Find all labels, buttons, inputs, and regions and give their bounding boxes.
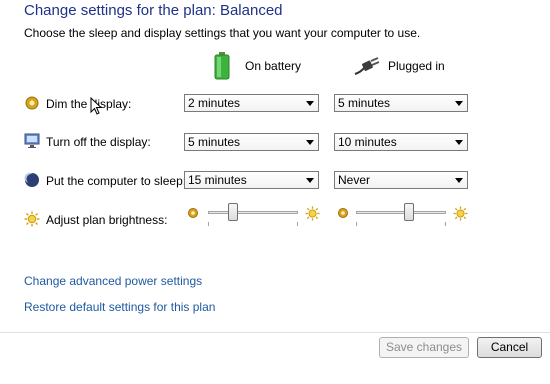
battery-icon xyxy=(214,52,230,80)
turn-off-display-battery-select[interactable]: 5 minutes xyxy=(184,133,319,151)
chevron-down-icon xyxy=(455,101,463,106)
bright-sun-icon xyxy=(305,206,320,221)
dim-sun-icon xyxy=(187,207,199,219)
dim-display-label: Dim the display: xyxy=(46,97,132,111)
restore-defaults-link[interactable]: Restore default settings for this plan xyxy=(24,300,215,314)
turn-off-display-plugged-value: 10 minutes xyxy=(338,135,397,149)
slider-tick xyxy=(445,222,446,226)
dim-display-plugged-select[interactable]: 5 minutes xyxy=(334,94,468,112)
on-battery-heading: On battery xyxy=(245,59,302,73)
page-title: Change settings for the plan: Balanced xyxy=(24,2,283,19)
turn-off-display-label: Turn off the display: xyxy=(46,135,151,149)
chevron-down-icon xyxy=(455,178,463,183)
footer-divider xyxy=(0,332,550,333)
page-subtitle: Choose the sleep and display settings th… xyxy=(24,26,421,40)
cancel-button[interactable]: Cancel xyxy=(477,337,542,358)
sleep-plugged-select[interactable]: Never xyxy=(334,171,468,189)
dim-display-battery-value: 2 minutes xyxy=(188,96,241,110)
bright-sun-icon xyxy=(453,206,468,221)
slider-thumb[interactable] xyxy=(404,203,414,221)
plugged-brightness-slider[interactable] xyxy=(356,203,446,229)
monitor-icon xyxy=(24,133,40,149)
power-plug-icon xyxy=(354,56,380,76)
slider-track xyxy=(356,211,446,214)
advanced-power-settings-link[interactable]: Change advanced power settings xyxy=(24,274,202,288)
slider-tick xyxy=(356,222,357,226)
slider-track xyxy=(208,211,298,214)
dim-sun-icon xyxy=(337,207,349,219)
sleep-plugged-value: Never xyxy=(338,173,371,187)
chevron-down-icon xyxy=(306,140,314,145)
sleep-moon-icon xyxy=(24,172,40,188)
turn-off-display-plugged-select[interactable]: 10 minutes xyxy=(334,133,468,151)
sun-icon xyxy=(24,211,40,227)
chevron-down-icon xyxy=(306,178,314,183)
mouse-cursor-icon xyxy=(90,96,103,115)
slider-tick xyxy=(297,222,298,226)
dim-display-plugged-value: 5 minutes xyxy=(338,96,391,110)
dim-display-icon xyxy=(24,95,40,111)
plugged-in-heading: Plugged in xyxy=(388,59,445,73)
slider-tick xyxy=(208,222,209,226)
brightness-label: Adjust plan brightness: xyxy=(46,213,168,227)
slider-thumb[interactable] xyxy=(228,203,238,221)
battery-brightness-slider[interactable] xyxy=(208,203,298,229)
chevron-down-icon xyxy=(455,140,463,145)
chevron-down-icon xyxy=(306,101,314,106)
sleep-battery-select[interactable]: 15 minutes xyxy=(184,171,319,189)
dim-display-battery-select[interactable]: 2 minutes xyxy=(184,94,319,112)
sleep-label: Put the computer to sleep: xyxy=(46,174,187,188)
sleep-battery-value: 15 minutes xyxy=(188,173,247,187)
save-changes-button[interactable]: Save changes xyxy=(379,337,469,358)
turn-off-display-battery-value: 5 minutes xyxy=(188,135,241,149)
